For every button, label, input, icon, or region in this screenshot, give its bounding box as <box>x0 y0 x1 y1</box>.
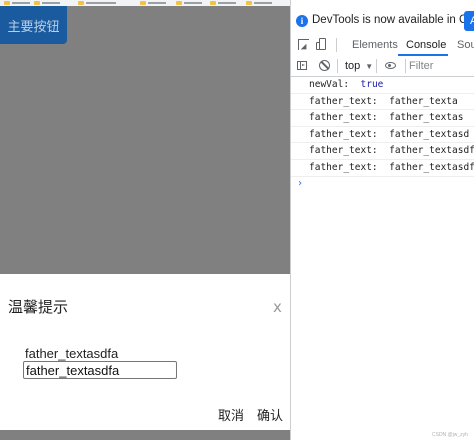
live-expression-eye-icon[interactable] <box>385 62 396 69</box>
father-text-display: father_textasdfa <box>25 346 119 361</box>
folder-icon <box>78 0 84 5</box>
folder-icon <box>176 0 182 5</box>
context-selector[interactable]: top ▼ <box>345 60 373 72</box>
tab-console[interactable]: Console <box>406 39 446 51</box>
log-value: father_texta <box>389 95 458 107</box>
folder-icon <box>210 0 216 5</box>
context-value: top <box>345 60 361 72</box>
console-prompt[interactable]: › <box>291 177 474 191</box>
console-log-row: father_text: father_textasd <box>291 127 474 144</box>
log-key: father_text: <box>309 128 378 140</box>
folder-icon <box>4 0 10 5</box>
console-toolbar: top ▼ <box>291 56 474 77</box>
cancel-button[interactable]: 取消 <box>218 405 244 424</box>
log-value: father_textasd <box>389 128 470 140</box>
bookmark-item[interactable] <box>140 0 166 5</box>
devtools-tabbar: Elements Console Sour <box>291 34 474 57</box>
divider <box>336 38 337 52</box>
dialog-title: 温馨提示 <box>8 298 69 316</box>
log-key: father_text: <box>309 145 378 157</box>
console-log-row: father_text: father_texta <box>291 94 474 111</box>
bookmark-item[interactable] <box>176 0 202 5</box>
console-filter-input[interactable] <box>409 59 474 73</box>
folder-icon <box>34 0 40 5</box>
info-icon: i <box>296 15 308 27</box>
log-value: father_textas <box>389 112 464 124</box>
divider <box>376 59 377 73</box>
dialog-close-button[interactable]: x <box>273 298 282 316</box>
log-key: father_text: <box>309 95 378 107</box>
bookmark-item[interactable] <box>210 0 236 5</box>
devtools-panel: i DevTools is now available in Chinese! … <box>290 0 474 440</box>
tab-elements[interactable]: Elements <box>352 39 398 51</box>
console-sidebar-icon[interactable] <box>297 61 307 70</box>
dialog: 温馨提示 x father_textasdfa 取消 确认 <box>0 274 290 430</box>
page-viewport: 主要按钮 温馨提示 x father_textasdfa 取消 确认 <box>0 6 290 440</box>
console-log-row: newVal: true <box>291 77 474 94</box>
log-key: father_text: <box>309 161 378 173</box>
divider <box>337 59 338 73</box>
clear-console-icon[interactable] <box>319 60 330 71</box>
bookmark-item[interactable] <box>34 0 60 5</box>
folder-icon <box>140 0 146 5</box>
log-value: true <box>360 79 384 90</box>
tab-sources[interactable]: Sour <box>457 39 474 51</box>
log-value: father_textasdf <box>389 145 474 157</box>
log-value: father_textasdfa <box>389 161 474 173</box>
bookmark-item[interactable] <box>78 0 116 5</box>
log-key: newVal: <box>309 79 350 90</box>
bookmark-item[interactable] <box>246 0 272 5</box>
console-log-row: father_text: father_textasdfa <box>291 160 474 177</box>
console-log-row: father_text: father_textasdf <box>291 143 474 160</box>
primary-button[interactable]: 主要按钮 <box>0 6 67 44</box>
notice-text: DevTools is now available in Chinese! <box>312 14 474 26</box>
console-log-row: father_text: father_textas <box>291 110 474 127</box>
devtools-language-notice: i DevTools is now available in Chinese! … <box>291 8 474 34</box>
console-output: newVal: true father_text: father_texta f… <box>291 77 474 191</box>
dropdown-caret-icon: ▼ <box>365 61 374 71</box>
inspect-element-icon[interactable] <box>298 39 309 50</box>
device-toggle-icon[interactable] <box>316 38 327 51</box>
folder-icon <box>246 0 252 5</box>
watermark: CSDN @jw_zyh <box>432 432 468 438</box>
notice-action-button[interactable]: A <box>464 11 474 31</box>
confirm-button[interactable]: 确认 <box>257 405 283 424</box>
father-text-input[interactable] <box>23 361 177 379</box>
divider <box>405 59 406 73</box>
bookmark-item[interactable] <box>4 0 30 5</box>
log-key: father_text: <box>309 112 378 124</box>
